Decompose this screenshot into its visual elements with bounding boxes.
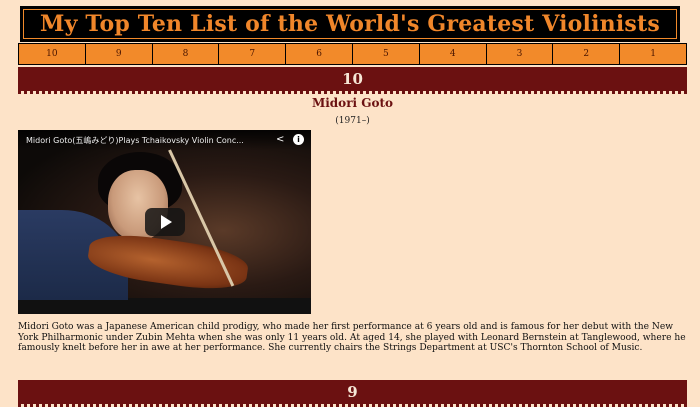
nav-item-6[interactable]: 6 xyxy=(286,44,353,64)
nav-item-5[interactable]: 5 xyxy=(353,44,420,64)
nav-item-7[interactable]: 7 xyxy=(219,44,287,64)
violinist-years: (1971–) xyxy=(335,116,370,126)
video-title[interactable]: Midori Goto(五嶋みどり)Plays Tchaikovsky Viol… xyxy=(26,135,266,146)
nav-item-8[interactable]: 8 xyxy=(153,44,220,64)
nav-item-4[interactable]: 4 xyxy=(420,44,487,64)
info-icon[interactable]: i xyxy=(293,134,304,145)
nav-item-10[interactable]: 10 xyxy=(19,44,86,64)
page-title-bar: My Top Ten List of the World's Greatest … xyxy=(20,6,680,42)
violinist-description: Midori Goto was a Japanese American chil… xyxy=(18,322,686,353)
nav-item-1[interactable]: 1 xyxy=(620,44,686,64)
play-icon xyxy=(161,215,172,229)
rank-nav: 10 9 8 7 6 5 4 3 2 1 xyxy=(18,43,687,65)
rank-header-9: 9 xyxy=(18,380,687,407)
violinist-name: Midori Goto xyxy=(311,96,394,110)
nav-item-3[interactable]: 3 xyxy=(487,44,554,64)
page-title: My Top Ten List of the World's Greatest … xyxy=(40,11,660,37)
video-player[interactable]: Midori Goto(五嶋みどり)Plays Tchaikovsky Viol… xyxy=(18,130,311,314)
nav-item-2[interactable]: 2 xyxy=(553,44,621,64)
nav-item-9[interactable]: 9 xyxy=(86,44,153,64)
share-icon[interactable]: < xyxy=(276,134,284,145)
rank-header-10: 10 xyxy=(18,67,687,94)
video-top-bar: Midori Goto(五嶋みどり)Plays Tchaikovsky Viol… xyxy=(18,130,311,150)
play-button[interactable] xyxy=(145,208,185,236)
